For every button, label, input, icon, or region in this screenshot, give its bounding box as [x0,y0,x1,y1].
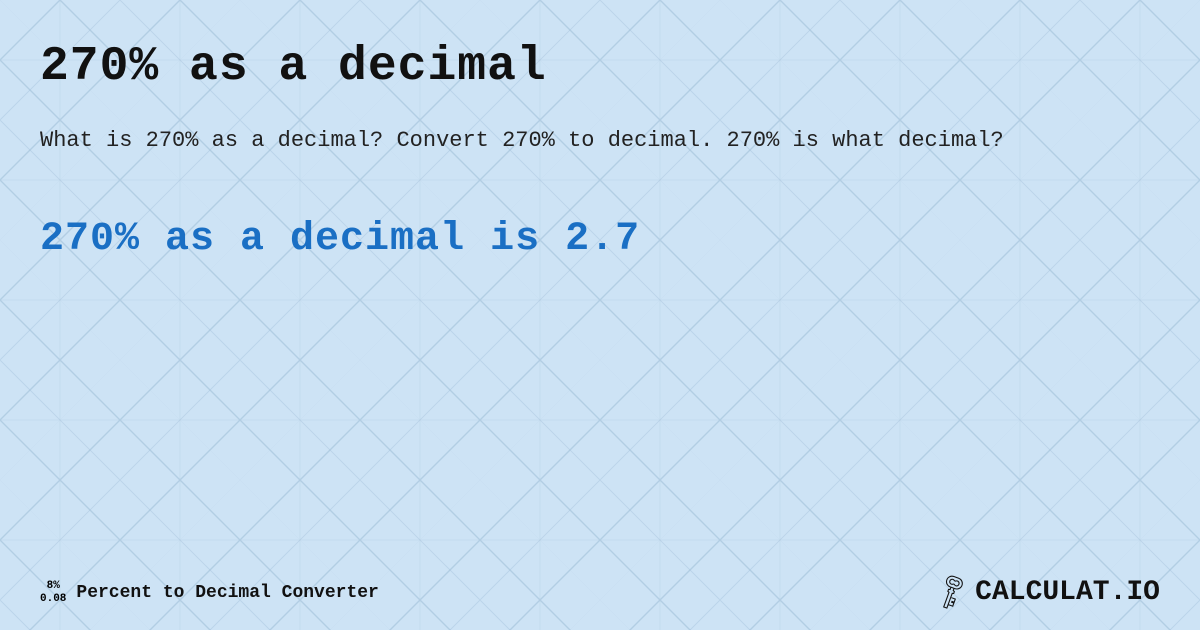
footer-left: 8% 0.08 Percent to Decimal Converter [40,580,379,604]
footer-brand: 🗝 CALCULAT.IO [934,575,1160,610]
footer: 8% 0.08 Percent to Decimal Converter 🗝 C… [40,575,1160,610]
brand-name: CALCULAT.IO [975,577,1160,608]
result-title: 270% as a decimal is 2.7 [40,217,1160,262]
description-text: What is 270% as a decimal? Convert 270% … [40,124,1140,157]
fraction-numerator: 8% [47,580,60,592]
result-section: 270% as a decimal is 2.7 [40,217,1160,262]
key-icon: 🗝 [927,568,975,616]
converter-label: Percent to Decimal Converter [76,583,378,603]
fraction-denominator: 0.08 [40,593,66,605]
footer-fraction: 8% 0.08 [40,580,66,604]
page-title: 270% as a decimal [40,40,1160,94]
